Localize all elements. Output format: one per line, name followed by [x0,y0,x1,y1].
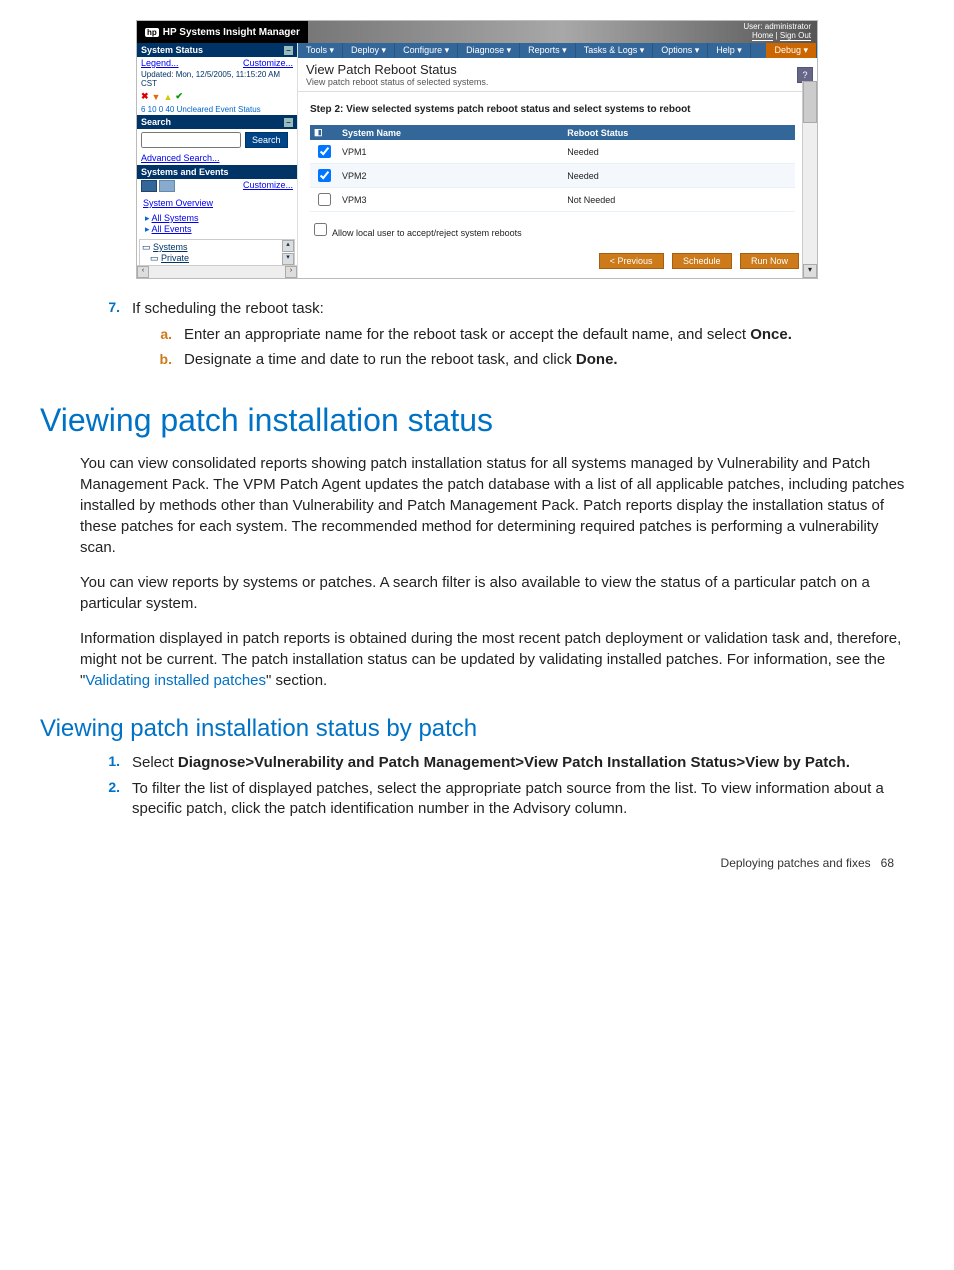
search-input[interactable] [141,132,241,148]
row-checkbox[interactable] [318,193,331,206]
product-name: HP Systems Insight Manager [163,27,300,38]
page-title: View Patch Reboot Status [306,62,809,77]
scroll-up-icon[interactable]: ▴ [282,240,294,252]
titlebar: hp HP Systems Insight Manager User: admi… [137,21,817,43]
systems-events-header: Systems and Events [137,165,297,179]
substep-letter: b. [132,350,184,370]
search-header: Search– [137,115,297,129]
all-events-link[interactable]: All Events [152,224,192,234]
menu-tasks-logs[interactable]: Tasks & Logs ▾ [576,43,654,58]
app-screenshot: hp HP Systems Insight Manager User: admi… [136,20,818,279]
col-system-name[interactable]: System Name [338,125,563,140]
scroll-thumb[interactable] [803,81,817,123]
cell-reboot-status: Needed [563,164,795,188]
search-button[interactable]: Search [245,132,288,148]
status-icons-row: ✖ ▼ ▲ ✔ [137,89,297,104]
body-paragraph: You can view consolidated reports showin… [40,453,914,558]
menu-debug[interactable]: Debug ▾ [766,43,817,58]
updated-timestamp: Updated: Mon, 12/5/2005, 11:15:20 AM CST [137,69,297,89]
collapse-icon[interactable]: – [284,46,293,55]
table-row[interactable]: VPM3 Not Needed [310,188,795,212]
previous-button[interactable]: < Previous [599,253,664,269]
cell-system-name: VPM3 [338,188,563,212]
menu-deploy[interactable]: Deploy ▾ [343,43,395,58]
menu-options[interactable]: Options ▾ [653,43,708,58]
scroll-down-icon[interactable]: ▾ [803,264,817,278]
signout-link[interactable]: Sign Out [780,31,811,41]
table-row[interactable]: VPM2 Needed [310,164,795,188]
customize-link[interactable]: Customize... [243,58,293,68]
main-panel: Tools ▾ Deploy ▾ Configure ▾ Diagnose ▾ … [298,43,817,278]
user-info: User: administrator Home | Sign Out [743,23,811,41]
page-subtitle: View patch reboot status of selected sys… [306,77,809,87]
vscrollbar[interactable]: ▴ ▾ [802,81,817,278]
system-overview-link[interactable]: System Overview [143,198,213,208]
row-checkbox[interactable] [318,169,331,182]
hscrollbar[interactable]: ‹› [137,265,297,278]
status-counts: 6 10 0 40 [141,105,174,114]
scroll-right-icon: › [285,266,297,278]
menu-diagnose[interactable]: Diagnose ▾ [458,43,520,58]
view-toggle-icons[interactable] [141,180,175,194]
legend-link[interactable]: Legend... [141,58,179,68]
tree-systems[interactable]: Systems [153,242,188,252]
step-heading: Step 2: View selected systems patch rebo… [310,104,805,115]
menubar: Tools ▾ Deploy ▾ Configure ▾ Diagnose ▾ … [298,43,817,58]
advanced-search-link[interactable]: Advanced Search... [141,153,220,163]
substep-letter: a. [132,325,184,345]
sidebar: System Status– Legend... Customize... Upd… [137,43,298,278]
collapse-icon[interactable]: – [284,118,293,127]
menu-reports[interactable]: Reports ▾ [520,43,576,58]
minor-icon: ▲ [163,92,172,102]
step-content: If scheduling the reboot task: a. Enter … [132,299,914,374]
cell-reboot-status: Needed [563,140,795,164]
cell-system-name: VPM2 [338,164,563,188]
validating-patches-link[interactable]: Validating installed patches [85,672,266,689]
page-footer: Deploying patches and fixes68 [40,826,914,880]
normal-icon: ✔ [175,91,183,102]
step-number: 7. [80,299,132,374]
home-link[interactable]: Home [752,31,773,41]
run-now-button[interactable]: Run Now [740,253,799,269]
allow-local-label: Allow local user to accept/reject system… [332,228,522,238]
menu-tools[interactable]: Tools ▾ [298,43,343,58]
page-number: 68 [881,856,894,870]
menu-configure[interactable]: Configure ▾ [395,43,458,58]
scroll-down-icon[interactable]: ▾ [282,253,294,265]
major-icon: ▼ [152,92,161,102]
section-heading: Viewing patch installation status [40,402,914,439]
scroll-left-icon: ‹ [137,266,149,278]
se-customize-link[interactable]: Customize... [243,180,293,194]
allow-local-checkbox[interactable] [314,223,327,236]
critical-icon: ✖ [141,91,149,102]
tree-private[interactable]: Private [161,253,189,263]
subsection-heading: Viewing patch installation status by pat… [40,715,914,743]
hp-logo-icon: hp [145,28,159,37]
system-status-header: System Status– [137,43,297,57]
schedule-button[interactable]: Schedule [672,253,732,269]
body-paragraph: You can view reports by systems or patch… [40,572,914,614]
cell-reboot-status: Not Needed [563,188,795,212]
step-number: 2. [80,779,132,820]
col-checkbox[interactable]: ◧ [310,125,338,140]
systems-table: ◧ System Name Reboot Status VPM1 Needed [310,125,795,212]
all-systems-link[interactable]: All Systems [152,213,199,223]
table-row[interactable]: VPM1 Needed [310,140,795,164]
row-checkbox[interactable] [318,145,331,158]
menu-help[interactable]: Help ▾ [708,43,751,58]
step-number: 1. [80,753,132,773]
body-paragraph: Information displayed in patch reports i… [40,628,914,691]
col-reboot-status[interactable]: Reboot Status [563,125,795,140]
cell-system-name: VPM1 [338,140,563,164]
